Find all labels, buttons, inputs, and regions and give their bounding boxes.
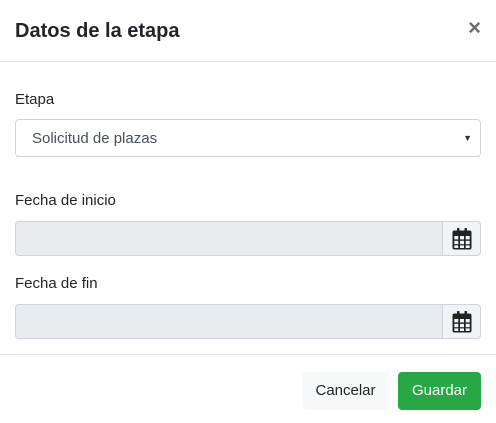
- start-date-group: [15, 221, 481, 256]
- end-date-input[interactable]: [15, 304, 443, 339]
- end-date-picker-button[interactable]: [442, 304, 481, 339]
- start-date-input[interactable]: [15, 221, 443, 256]
- stage-select-value: Solicitud de plazas: [32, 130, 158, 147]
- calendar-icon: [452, 311, 472, 333]
- end-date-label: Fecha de fin: [15, 275, 98, 292]
- stage-label: Etapa: [15, 91, 55, 108]
- start-date-picker-button[interactable]: [442, 221, 481, 256]
- calendar-icon: [452, 228, 472, 250]
- chevron-down-icon: ▼: [463, 133, 472, 143]
- save-button[interactable]: Guardar: [398, 372, 481, 410]
- stage-select[interactable]: Solicitud de plazas ▼: [15, 119, 481, 157]
- end-date-group: [15, 304, 481, 339]
- start-date-label: Fecha de inicio: [15, 192, 116, 209]
- modal-footer: Cancelar Guardar: [0, 354, 496, 423]
- cancel-button[interactable]: Cancelar: [302, 372, 389, 410]
- stage-data-modal: Datos de la etapa × Etapa Solicitud de p…: [0, 0, 496, 423]
- modal-header: Datos de la etapa ×: [0, 0, 496, 62]
- close-icon[interactable]: ×: [468, 16, 481, 40]
- modal-title: Datos de la etapa: [15, 20, 180, 42]
